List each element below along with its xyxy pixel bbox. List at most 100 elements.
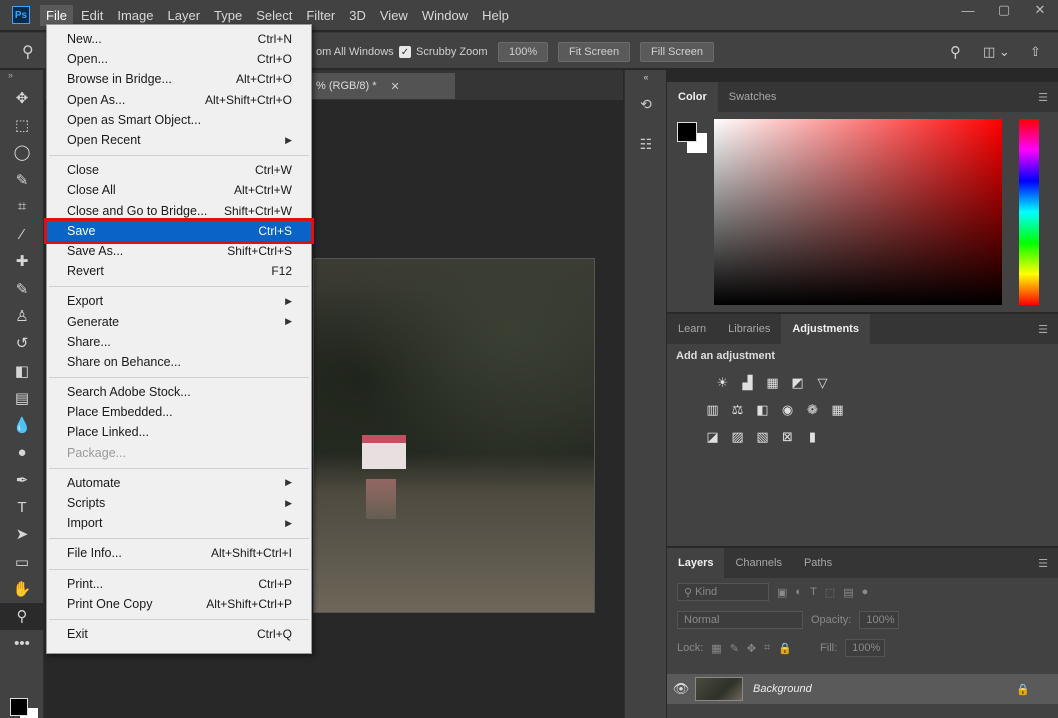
color-field[interactable] <box>714 119 1002 305</box>
lock-pixels-icon[interactable]: ▦ <box>711 642 721 655</box>
menu-item-print-one-copy[interactable]: Print One Copy Alt+Shift+Ctrl+P <box>47 594 311 614</box>
menu-item-close-all[interactable]: Close All Alt+Ctrl+W <box>47 180 311 200</box>
menu-layer[interactable]: Layer <box>162 5 207 26</box>
lasso-tool-icon[interactable]: ◯ <box>0 139 44 166</box>
gradient-map-icon[interactable]: ▮ <box>803 428 822 445</box>
marquee-tool-icon[interactable]: ⬚ <box>0 111 44 138</box>
menu-item-close-and-go-to-bridge[interactable]: Close and Go to Bridge... Shift+Ctrl+W <box>47 201 311 221</box>
path-selection-tool-icon[interactable]: ➤ <box>0 521 44 548</box>
properties-panel-icon[interactable]: ☷ <box>625 124 667 164</box>
blend-mode-select[interactable]: Normal <box>677 611 803 629</box>
zoom-100-button[interactable]: 100% <box>498 42 549 62</box>
canvas-image[interactable] <box>313 258 595 613</box>
menu-window[interactable]: Window <box>416 5 474 26</box>
menu-item-open-recent[interactable]: Open Recent ▶ <box>47 130 311 150</box>
menu-item-scripts[interactable]: Scripts ▶ <box>47 493 311 513</box>
menu-item-place-linked[interactable]: Place Linked... <box>47 422 311 442</box>
menu-image[interactable]: Image <box>111 5 159 26</box>
color-lookup-icon[interactable]: ▦ <box>828 401 847 418</box>
menu-help[interactable]: Help <box>476 5 515 26</box>
adjustment-filter-icon[interactable]: ◐ <box>795 586 802 598</box>
gradient-tool-icon[interactable]: ▤ <box>0 384 44 411</box>
zoom-tool-icon[interactable]: ⚲ <box>22 42 34 62</box>
clone-stamp-tool-icon[interactable]: ♙ <box>0 302 44 329</box>
foreground-color-swatch[interactable] <box>677 122 697 142</box>
crop-tool-icon[interactable]: ⌗ <box>0 193 44 220</box>
lock-all-icon[interactable]: 🔒 <box>778 642 792 655</box>
pen-tool-icon[interactable]: ✒ <box>0 466 44 493</box>
panel-grip-icon[interactable]: » <box>0 70 43 84</box>
visibility-eye-icon[interactable]: 👁 <box>667 681 695 697</box>
document-tab[interactable]: % (RGB/8) * ✕ <box>310 73 455 99</box>
levels-icon[interactable]: ▟ <box>738 374 757 391</box>
history-panel-icon[interactable]: ⟲ <box>625 84 667 124</box>
fill-screen-button[interactable]: Fill Screen <box>640 42 714 62</box>
type-filter-icon[interactable]: T <box>810 586 817 598</box>
menu-file[interactable]: File <box>40 4 73 26</box>
menu-item-automate[interactable]: Automate ▶ <box>47 473 311 493</box>
close-icon[interactable]: ✕ <box>1022 0 1058 20</box>
maximize-icon[interactable]: ▢ <box>986 0 1022 20</box>
photo-filter-icon[interactable]: ◉ <box>778 401 797 418</box>
close-tab-icon[interactable]: ✕ <box>391 80 400 93</box>
menu-item-save-as[interactable]: Save As... Shift+Ctrl+S <box>47 241 311 261</box>
threshold-icon[interactable]: ▧ <box>753 428 772 445</box>
brush-tool-icon[interactable]: ✎ <box>0 275 44 302</box>
panel-menu-icon[interactable]: ☰ <box>1038 548 1058 578</box>
menu-item-file-info[interactable]: File Info... Alt+Shift+Ctrl+I <box>47 543 311 563</box>
quick-selection-tool-icon[interactable]: ✎ <box>0 166 44 193</box>
menu-item-browse-in-bridge[interactable]: Browse in Bridge... Alt+Ctrl+O <box>47 69 311 89</box>
opacity-input[interactable]: 100% <box>859 611 900 629</box>
tab-channels[interactable]: Channels <box>724 548 792 578</box>
panel-grip-icon[interactable]: « <box>625 70 667 84</box>
scrubby-zoom-checkbox[interactable]: ✓ Scrubby Zoom <box>399 42 488 62</box>
workspace-icon[interactable]: ◫ ⌄ <box>983 42 1010 62</box>
lock-brush-icon[interactable]: ✎ <box>730 642 739 655</box>
filter-toggle-icon[interactable]: ● <box>862 586 869 598</box>
history-brush-tool-icon[interactable]: ↺ <box>0 330 44 357</box>
hand-tool-icon[interactable]: ✋ <box>0 575 44 602</box>
move-tool-icon[interactable]: ✥ <box>0 84 44 111</box>
menu-item-new[interactable]: New... Ctrl+N <box>47 29 311 49</box>
exposure-icon[interactable]: ◩ <box>788 374 807 391</box>
menu-filter[interactable]: Filter <box>300 5 341 26</box>
menu-item-print[interactable]: Print... Ctrl+P <box>47 574 311 594</box>
lock-position-icon[interactable]: ✥ <box>747 642 756 655</box>
menu-item-share[interactable]: Share... <box>47 332 311 352</box>
fit-screen-button[interactable]: Fit Screen <box>558 42 631 62</box>
menu-item-share-on-behance[interactable]: Share on Behance... <box>47 352 311 372</box>
share-icon[interactable]: ⇧ <box>1030 42 1041 62</box>
menu-item-revert[interactable]: Revert F12 <box>47 261 311 281</box>
color-balance-icon[interactable]: ⚖ <box>728 401 747 418</box>
tab-learn[interactable]: Learn <box>667 314 717 344</box>
vibrance-icon[interactable]: ▽ <box>813 374 832 391</box>
tab-color[interactable]: Color <box>667 82 718 112</box>
hue-saturation-icon[interactable]: ▥ <box>703 401 722 418</box>
posterize-icon[interactable]: ▨ <box>728 428 747 445</box>
search-icon[interactable]: ⚲ <box>950 42 961 62</box>
panel-menu-icon[interactable]: ☰ <box>1038 314 1058 344</box>
pixel-filter-icon[interactable]: ▣ <box>777 586 787 599</box>
zoom-tool-icon[interactable]: ⚲ <box>0 602 44 630</box>
menu-3d[interactable]: 3D <box>343 5 372 26</box>
menu-type[interactable]: Type <box>208 5 248 26</box>
menu-item-open[interactable]: Open... Ctrl+O <box>47 49 311 69</box>
menu-item-close[interactable]: Close Ctrl+W <box>47 160 311 180</box>
healing-brush-tool-icon[interactable]: ✚ <box>0 248 44 275</box>
tab-adjustments[interactable]: Adjustments <box>781 314 870 344</box>
smart-object-filter-icon[interactable]: ▤ <box>843 586 853 599</box>
menu-select[interactable]: Select <box>250 5 298 26</box>
zoom-all-windows-option[interactable]: om All Windows <box>316 42 394 62</box>
eyedropper-tool-icon[interactable]: ⁄ <box>0 220 44 247</box>
dodge-tool-icon[interactable]: ● <box>0 439 44 466</box>
fill-input[interactable]: 100% <box>845 639 886 657</box>
channel-mixer-icon[interactable]: ❁ <box>803 401 822 418</box>
menu-item-search-adobe-stock[interactable]: Search Adobe Stock... <box>47 382 311 402</box>
menu-item-open-as[interactable]: Open As... Alt+Shift+Ctrl+O <box>47 90 311 110</box>
menu-item-place-embedded[interactable]: Place Embedded... <box>47 402 311 422</box>
menu-item-export[interactable]: Export ▶ <box>47 291 311 311</box>
curves-icon[interactable]: ▦ <box>763 374 782 391</box>
menu-item-generate[interactable]: Generate ▶ <box>47 311 311 331</box>
layer-kind-filter[interactable]: ⚲ Kind <box>677 583 769 601</box>
menu-item-import[interactable]: Import ▶ <box>47 513 311 533</box>
